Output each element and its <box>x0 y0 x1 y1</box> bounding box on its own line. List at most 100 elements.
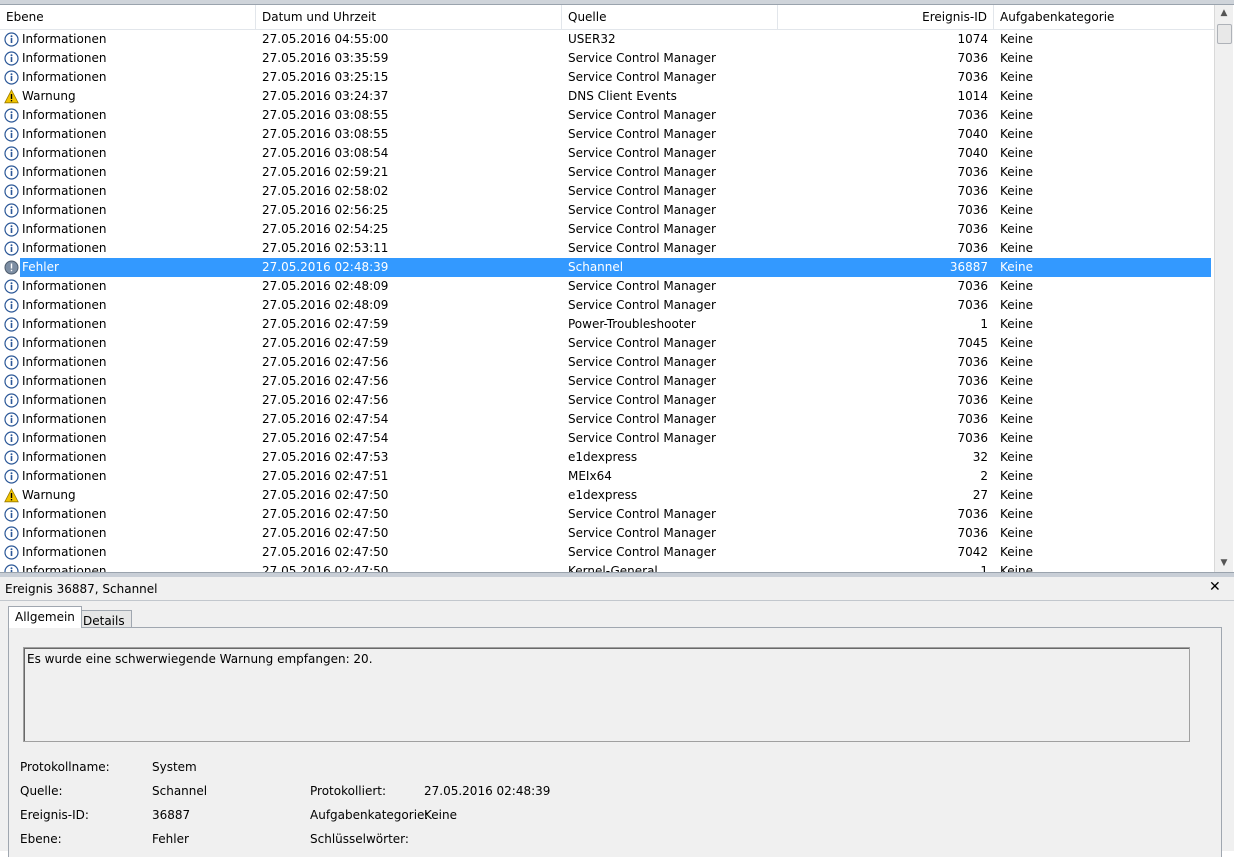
event-row[interactable]: Warnung 27.05.2016 02:47:50 e1dexpress 27 Ke… <box>0 486 1214 505</box>
event-row[interactable]: Informationen 27.05.2016 03:08:55 Service … <box>0 125 1214 144</box>
event-level: Warnung <box>22 89 76 103</box>
event-level: Informationen <box>22 374 107 388</box>
event-source: Service Control Manager <box>568 355 716 369</box>
event-level: Informationen <box>22 507 107 521</box>
event-message-box[interactable]: Es wurde eine schwerwiegende Warnung emp… <box>23 647 1190 742</box>
event-date: 27.05.2016 03:25:15 <box>262 70 389 84</box>
event-row[interactable]: Informationen 27.05.2016 02:56:25 Service … <box>0 201 1214 220</box>
event-row[interactable]: Informationen 27.05.2016 02:47:56 Service … <box>0 391 1214 410</box>
event-date: 27.05.2016 03:08:55 <box>262 108 389 122</box>
event-category: Keine <box>1000 393 1033 407</box>
scrollbar-thumb[interactable] <box>1217 24 1232 44</box>
event-level: Informationen <box>22 241 107 255</box>
event-level: Fehler <box>22 260 59 274</box>
column-header-source[interactable]: Quelle <box>562 5 778 29</box>
event-category: Keine <box>1000 184 1033 198</box>
event-id: 1074 <box>957 32 988 46</box>
event-source: Service Control Manager <box>568 298 716 312</box>
column-header-level[interactable]: Ebene <box>0 5 256 29</box>
event-row[interactable]: Informationen 27.05.2016 02:54:25 Service … <box>0 220 1214 239</box>
source-label: Quelle: <box>20 784 63 798</box>
column-header-category[interactable]: Aufgabenkategorie <box>994 5 1214 29</box>
close-icon[interactable]: ✕ <box>1209 579 1221 595</box>
event-row[interactable]: Informationen 27.05.2016 04:55:00 USER32 10… <box>0 30 1214 49</box>
event-level: Informationen <box>22 32 107 46</box>
event-row[interactable]: Informationen 27.05.2016 02:59:21 Service … <box>0 163 1214 182</box>
event-level: Informationen <box>22 70 107 84</box>
event-level: Warnung <box>22 488 76 502</box>
event-category: Keine <box>1000 336 1033 350</box>
event-source: Service Control Manager <box>568 203 716 217</box>
event-date: 27.05.2016 02:47:50 <box>262 545 389 559</box>
event-row[interactable]: Informationen 27.05.2016 02:58:02 Service … <box>0 182 1214 201</box>
event-row[interactable]: Warnung 27.05.2016 03:24:37 DNS Client Eve… <box>0 87 1214 106</box>
event-row[interactable]: Informationen 27.05.2016 02:48:09 Service … <box>0 277 1214 296</box>
event-row[interactable]: Informationen 27.05.2016 02:47:59 Service … <box>0 334 1214 353</box>
tab-allgemein[interactable]: Allgemein <box>8 606 82 628</box>
event-row[interactable]: Informationen 27.05.2016 02:47:54 Service … <box>0 429 1214 448</box>
event-category: Keine <box>1000 108 1033 122</box>
event-row[interactable]: Informationen 27.05.2016 02:47:56 Service … <box>0 372 1214 391</box>
event-row[interactable]: Informationen 27.05.2016 02:47:59 Power-Tr… <box>0 315 1214 334</box>
event-category: Keine <box>1000 165 1033 179</box>
event-date: 27.05.2016 03:08:55 <box>262 127 389 141</box>
event-id: 7036 <box>957 374 988 388</box>
event-id: 7036 <box>957 165 988 179</box>
event-source: Service Control Manager <box>568 127 716 141</box>
event-id: 7036 <box>957 108 988 122</box>
event-row[interactable]: Informationen 27.05.2016 03:25:15 Service … <box>0 68 1214 87</box>
event-id: 7036 <box>957 222 988 236</box>
event-date: 27.05.2016 02:47:59 <box>262 317 389 331</box>
event-source: Service Control Manager <box>568 526 716 540</box>
column-header-date[interactable]: Datum und Uhrzeit <box>256 5 562 29</box>
event-list-scrollbar[interactable]: ▲ ▼ <box>1214 5 1233 572</box>
event-id: 7045 <box>957 336 988 350</box>
scroll-up-arrow-icon[interactable]: ▲ <box>1215 5 1233 22</box>
event-level: Informationen <box>22 146 107 160</box>
event-id: 7040 <box>957 146 988 160</box>
event-date: 27.05.2016 04:55:00 <box>262 32 389 46</box>
event-row[interactable]: Informationen 27.05.2016 02:53:11 Service … <box>0 239 1214 258</box>
event-id: 7036 <box>957 203 988 217</box>
event-id: 1014 <box>957 89 988 103</box>
event-row[interactable]: Informationen 27.05.2016 02:47:50 Service … <box>0 524 1214 543</box>
event-row[interactable]: Informationen 27.05.2016 03:35:59 Service … <box>0 49 1214 68</box>
event-id: 7042 <box>957 545 988 559</box>
event-id: 7036 <box>957 241 988 255</box>
event-source: DNS Client Events <box>568 89 677 103</box>
event-row-selected[interactable]: Fehler 27.05.2016 02:48:39 Schannel 36887 Ke… <box>0 258 1214 277</box>
log-name-value: System <box>152 760 197 774</box>
general-tab-panel: Es wurde eine schwerwiegende Warnung emp… <box>8 627 1222 857</box>
task-category-label: Aufgabenkategorie: <box>310 808 429 822</box>
event-id: 7036 <box>957 279 988 293</box>
event-category: Keine <box>1000 279 1033 293</box>
event-id: 2 <box>980 469 988 483</box>
event-row[interactable]: Informationen 27.05.2016 02:47:50 Service … <box>0 543 1214 562</box>
event-list[interactable]: Ebene Datum und Uhrzeit Quelle Ereignis-… <box>0 5 1214 572</box>
event-detail-pane: Ereignis 36887, Schannel ✕ Allgemein Det… <box>0 577 1234 857</box>
event-source: Kernel-General <box>568 564 658 572</box>
event-row[interactable]: Informationen 27.05.2016 03:08:54 Service … <box>0 144 1214 163</box>
event-row[interactable]: Informationen 27.05.2016 02:47:56 Service … <box>0 353 1214 372</box>
event-row[interactable]: Informationen 27.05.2016 03:08:55 Service … <box>0 106 1214 125</box>
event-row[interactable]: Informationen 27.05.2016 02:47:53 e1dexpre… <box>0 448 1214 467</box>
event-row[interactable]: Informationen 27.05.2016 02:47:50 Service … <box>0 505 1214 524</box>
event-row[interactable]: Informationen 27.05.2016 02:47:50 Kernel-G… <box>0 562 1214 572</box>
event-row[interactable]: Informationen 27.05.2016 02:48:09 Service … <box>0 296 1214 315</box>
event-source: Service Control Manager <box>568 393 716 407</box>
event-id: 7036 <box>957 393 988 407</box>
event-rows: Informationen 27.05.2016 04:55:00 USER32 10… <box>0 30 1214 572</box>
event-date: 27.05.2016 03:35:59 <box>262 51 389 65</box>
event-category: Keine <box>1000 89 1033 103</box>
event-category: Keine <box>1000 32 1033 46</box>
event-row[interactable]: Informationen 27.05.2016 02:47:51 MEIx64 2 K… <box>0 467 1214 486</box>
column-header-event-id[interactable]: Ereignis-ID <box>778 5 994 29</box>
event-row[interactable]: Informationen 27.05.2016 02:47:54 Service … <box>0 410 1214 429</box>
event-level: Informationen <box>22 298 107 312</box>
event-id: 7036 <box>957 355 988 369</box>
scroll-down-arrow-icon[interactable]: ▼ <box>1215 555 1233 572</box>
event-level: Informationen <box>22 165 107 179</box>
event-category: Keine <box>1000 127 1033 141</box>
event-source: Service Control Manager <box>568 507 716 521</box>
event-category: Keine <box>1000 241 1033 255</box>
